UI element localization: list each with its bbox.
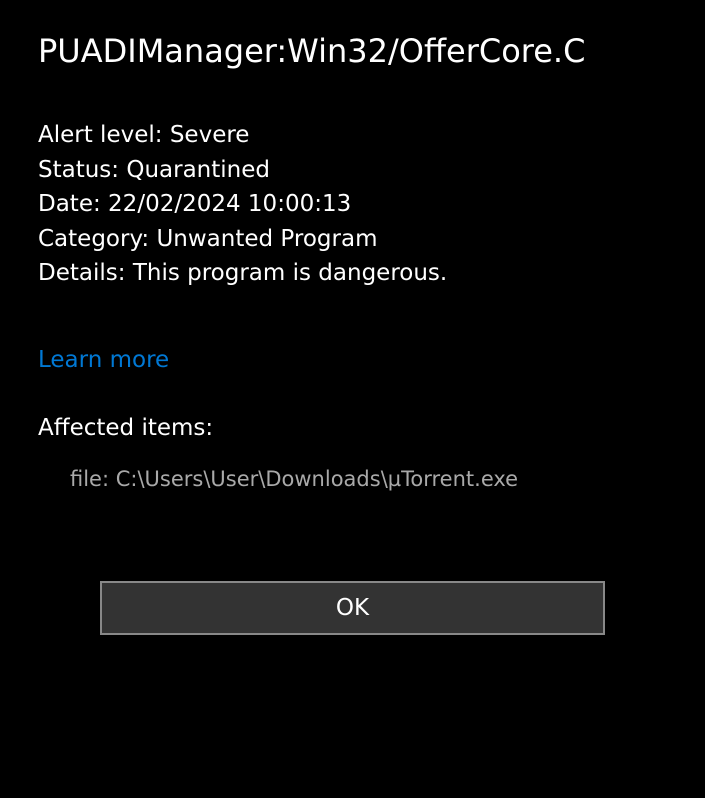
threat-title: PUADIManager:Win32/OfferCore.C xyxy=(38,32,667,70)
alert-level-row: Alert level: Severe xyxy=(38,118,667,153)
category-value: Unwanted Program xyxy=(156,226,377,252)
date-value: 22/02/2024 10:00:13 xyxy=(108,191,351,217)
button-row: OK xyxy=(38,581,667,635)
affected-item: file: C:\Users\User\Downloads\µTorrent.e… xyxy=(38,467,667,491)
category-label: Category: xyxy=(38,226,149,252)
ok-button[interactable]: OK xyxy=(100,581,605,635)
status-label: Status: xyxy=(38,157,119,183)
details-block: Alert level: Severe Status: Quarantined … xyxy=(38,118,667,291)
category-row: Category: Unwanted Program xyxy=(38,222,667,257)
dialog-container: PUADIManager:Win32/OfferCore.C Alert lev… xyxy=(0,0,705,667)
affected-items-heading: Affected items: xyxy=(38,415,667,441)
status-row: Status: Quarantined xyxy=(38,153,667,188)
alert-level-label: Alert level: xyxy=(38,122,163,148)
learn-more-link[interactable]: Learn more xyxy=(38,347,169,373)
details-row: Details: This program is dangerous. xyxy=(38,256,667,291)
details-value: This program is dangerous. xyxy=(133,260,447,286)
details-label: Details: xyxy=(38,260,126,286)
date-row: Date: 22/02/2024 10:00:13 xyxy=(38,187,667,222)
alert-level-value: Severe xyxy=(170,122,250,148)
date-label: Date: xyxy=(38,191,101,217)
status-value: Quarantined xyxy=(126,157,270,183)
